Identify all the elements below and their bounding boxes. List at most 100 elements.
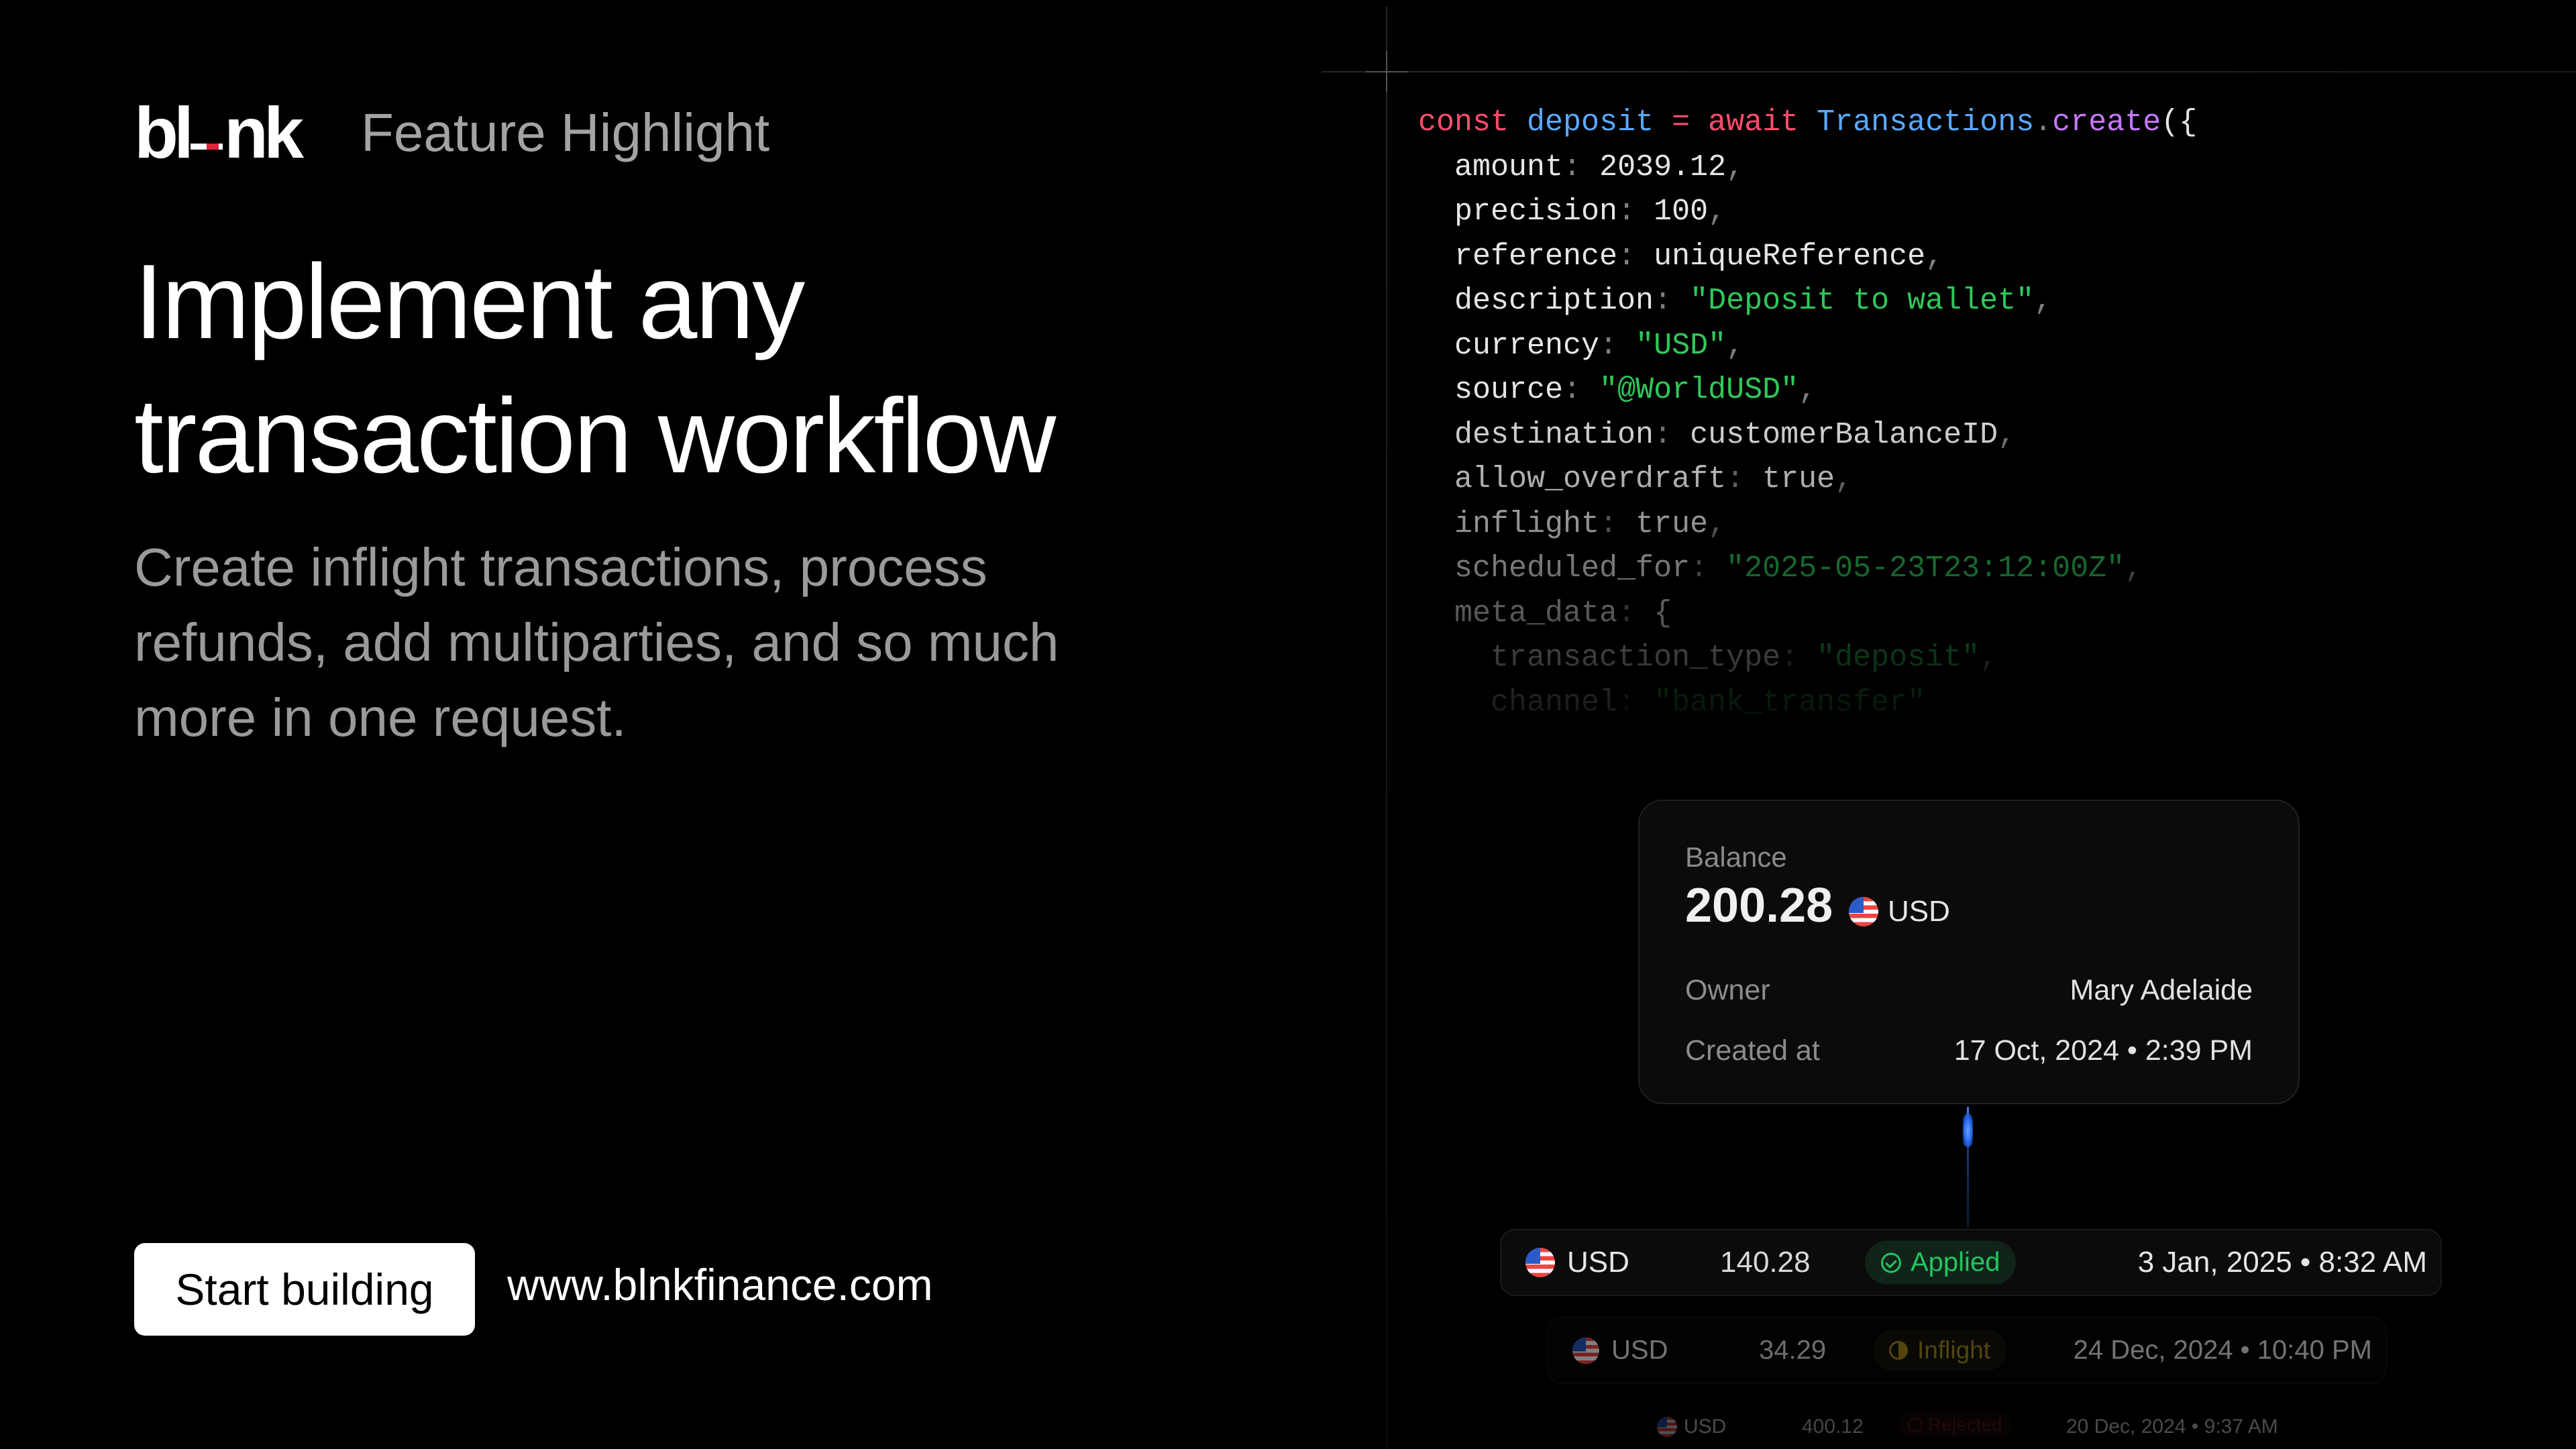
code-line-field: amount: 2039.12, xyxy=(1454,150,1745,184)
blnk-logo: bl nk xyxy=(134,97,304,169)
transaction-row[interactable]: USD 140.28 Applied 3 Jan, 2025 • 8:32 AM xyxy=(1500,1229,2442,1296)
us-flag-icon xyxy=(1572,1337,1599,1364)
code-value: "2025-05-23T23:12:00Z" xyxy=(1726,551,2125,586)
transaction-currency-code: USD xyxy=(1611,1335,1668,1365)
transaction-currency-code: USD xyxy=(1684,1415,1727,1438)
code-key: precision xyxy=(1454,195,1618,229)
code-value: true xyxy=(1635,506,1709,541)
status-text: Rejected xyxy=(1928,1414,2002,1435)
balance-amount: 200.28 xyxy=(1685,879,1833,932)
subtitle: Create inflight transactions, process re… xyxy=(134,537,1059,747)
code-object: Transactions xyxy=(1817,105,2035,140)
website-link[interactable]: www.blnkfinance.com xyxy=(507,1263,933,1307)
code-keyword: await xyxy=(1708,105,1799,140)
transaction-currency: USD xyxy=(1657,1415,1726,1438)
connector-glow xyxy=(1963,1114,1973,1147)
code-meta-fields: transaction_type: "deposit", channel: "b… xyxy=(1418,636,2197,725)
transaction-amount: 34.29 xyxy=(1759,1335,1827,1365)
code-key: transaction_type xyxy=(1491,641,1781,675)
check-circle-icon xyxy=(1881,1252,1901,1273)
code-line-field: precision: 100, xyxy=(1454,195,1727,229)
divider-vertical xyxy=(1386,7,1387,1449)
divider-horizontal xyxy=(1322,71,2576,72)
code-line-meta-field: transaction_type: "deposit", xyxy=(1491,641,1998,675)
code-value: 100 xyxy=(1654,195,1709,229)
owner-label: Owner xyxy=(1685,974,1770,1006)
code-value: "deposit" xyxy=(1817,641,1980,675)
transaction-currency-code: USD xyxy=(1567,1246,1629,1279)
transaction-currency: USD xyxy=(1525,1246,1629,1279)
code-line-field: destination: customerBalanceID, xyxy=(1454,417,2017,452)
code-line-field: allow_overdraft: true, xyxy=(1454,462,1854,496)
code-value: "USD" xyxy=(1635,328,1727,363)
code-value: "@WorldUSD" xyxy=(1599,373,1799,407)
status-badge: Rejected xyxy=(1898,1411,2012,1438)
transaction-date: 20 Dec, 2024 • 9:37 AM xyxy=(2066,1415,2278,1438)
status-text: Applied xyxy=(1911,1247,2000,1277)
transaction-row[interactable]: USD 34.29 Inflight 24 Dec, 2024 • 10:40 … xyxy=(1547,1317,2387,1384)
code-key: inflight xyxy=(1454,506,1600,541)
code-open-paren: ({ xyxy=(2161,105,2198,140)
us-flag-icon xyxy=(1849,897,1878,926)
code-value: uniqueReference xyxy=(1654,239,1926,274)
code-line-field: source: "@WorldUSD", xyxy=(1454,373,1817,407)
balance-label: Balance xyxy=(1685,841,1787,873)
code-function: create xyxy=(2052,105,2161,140)
page-title: Implement any transaction workflow xyxy=(134,235,1208,503)
code-brace: { xyxy=(1654,596,1672,631)
feature-highlight-label: Feature Highlight xyxy=(361,103,770,162)
transaction-row[interactable]: USD 400.12 Rejected 20 Dec, 2024 • 9:37 … xyxy=(1657,1407,2288,1448)
code-key: channel xyxy=(1491,685,1618,720)
code-line-declaration: const deposit = await Transactions.creat… xyxy=(1418,101,2197,146)
transaction-amount: 140.28 xyxy=(1720,1246,1811,1279)
code-key: allow_overdraft xyxy=(1454,462,1727,496)
created-at-label: Created at xyxy=(1685,1034,1820,1067)
status-badge: Inflight xyxy=(1873,1330,2007,1371)
us-flag-icon xyxy=(1657,1417,1677,1437)
balance-card: Balance 200.28 USD Owner Mary Adelaide C… xyxy=(1638,800,2300,1104)
code-value: "Deposit to wallet" xyxy=(1690,284,2035,318)
code-key: destination xyxy=(1454,417,1654,452)
us-flag-icon xyxy=(1525,1248,1555,1277)
code-key: description xyxy=(1454,284,1654,318)
code-key: source xyxy=(1454,373,1564,407)
crosshair-icon-vertical xyxy=(1386,51,1387,93)
code-operator: = xyxy=(1672,105,1690,140)
half-circle-icon xyxy=(1889,1341,1908,1360)
code-key: reference xyxy=(1454,239,1618,274)
status-badge: Applied xyxy=(1865,1240,2017,1285)
code-snippet: const deposit = await Transactions.creat… xyxy=(1418,101,2197,725)
balance-currency: USD xyxy=(1849,895,1950,928)
headline-line-1: Implement any xyxy=(134,243,805,361)
code-value: true xyxy=(1762,462,1835,496)
code-key: scheduled_for xyxy=(1454,551,1690,586)
headline-line-2: transaction workflow xyxy=(134,377,1056,495)
code-dot: . xyxy=(2034,105,2053,140)
code-line-field: inflight: true, xyxy=(1454,506,1727,541)
code-value: "bank_transfer" xyxy=(1654,685,1926,720)
transaction-date: 3 Jan, 2025 • 8:32 AM xyxy=(2137,1246,2427,1279)
code-key: meta_data xyxy=(1454,596,1618,631)
code-line-field: description: "Deposit to wallet", xyxy=(1454,284,2053,318)
code-key: currency xyxy=(1454,328,1600,363)
code-key: amount xyxy=(1454,150,1564,184)
transaction-date: 24 Dec, 2024 • 10:40 PM xyxy=(2073,1335,2372,1365)
transaction-currency: USD xyxy=(1572,1336,1668,1366)
transaction-amount: 400.12 xyxy=(1802,1415,1864,1438)
code-line-meta: meta_data: { xyxy=(1454,596,1672,631)
x-circle-icon xyxy=(1908,1417,1923,1432)
code-value: customerBalanceID xyxy=(1690,417,1998,452)
created-at-value: 17 Oct, 2024 • 2:39 PM xyxy=(1953,1034,2253,1067)
code-variable: deposit xyxy=(1527,105,1654,140)
code-line-field: scheduled_for: "2025-05-23T23:12:00Z", xyxy=(1454,551,2143,586)
code-line-meta-field: channel: "bank_transfer" xyxy=(1491,685,1926,720)
logo-part-left: bl xyxy=(134,92,194,173)
code-line-field: reference: uniqueReference, xyxy=(1454,239,1944,274)
owner-value: Mary Adelaide xyxy=(2070,974,2253,1006)
status-text: Inflight xyxy=(1917,1336,1991,1364)
balance-currency-code: USD xyxy=(1888,895,1950,928)
start-building-button[interactable]: Start building xyxy=(134,1243,475,1336)
code-value: 2039.12 xyxy=(1599,150,1727,184)
logo-part-right: nk xyxy=(223,92,304,173)
code-line-field: currency: "USD", xyxy=(1454,328,1745,363)
